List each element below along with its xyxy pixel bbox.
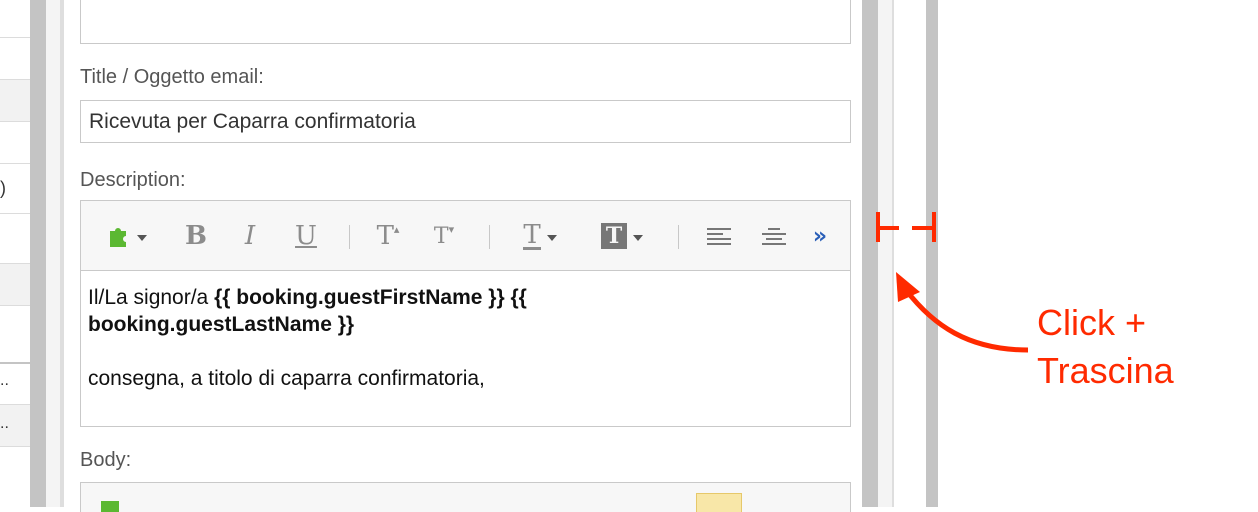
toolbar-separator (349, 225, 350, 249)
list-item-text: ) (0, 178, 6, 198)
annotation-line-1: Click + (1037, 302, 1147, 343)
template-variable: booking.guestLastName }} (88, 313, 355, 336)
align-left-icon (707, 228, 731, 245)
toolbar-separator (678, 225, 679, 249)
editor-content[interactable]: Il/La signor/a {{ booking.guestFirstName… (88, 284, 842, 392)
list-row[interactable]: ) (0, 163, 30, 214)
list-row[interactable]: .. (0, 404, 30, 447)
title-label: Title / Oggetto email: (80, 66, 264, 88)
content-text: Il/La signor/a (88, 286, 215, 309)
content-line-2: booking.guestLastName }} (88, 311, 842, 338)
template-variable: {{ booking.guestFirstName }} {{ (214, 286, 527, 309)
content-line-3: consegna, a titolo di caparra confirmato… (88, 367, 485, 390)
underline-button[interactable]: U (289, 219, 323, 253)
plugin-button[interactable] (99, 219, 155, 253)
background-color-button[interactable]: T (595, 219, 649, 253)
left-gutter (46, 0, 60, 507)
list-row[interactable] (0, 79, 30, 122)
content-line-1: Il/La signor/a {{ booking.guestFirstName… (88, 284, 842, 311)
arrow-head-icon (896, 272, 920, 302)
annotation-line-2: Trascina (1037, 350, 1174, 391)
list-row[interactable] (0, 37, 30, 80)
description-editor[interactable]: B I U T ▴ T ▾ T T » Il/La signor/a {{bo… (80, 200, 851, 427)
font-size-increase-button[interactable]: T ▴ (371, 219, 405, 253)
body-editor-toolbar (80, 482, 851, 512)
content-blank-line (88, 338, 842, 365)
font-size-up-icon: T (376, 221, 394, 251)
description-label: Description: (80, 169, 186, 191)
align-center-button[interactable] (758, 219, 790, 253)
background-color-icon: T (601, 223, 627, 249)
align-center-icon (762, 228, 786, 245)
font-size-down-icon: T (433, 223, 449, 249)
list-row[interactable] (0, 446, 30, 507)
caret-up-icon: ▴ (393, 222, 400, 236)
list-row[interactable] (0, 263, 30, 306)
italic-button[interactable]: I (233, 219, 267, 253)
list-row[interactable] (0, 305, 30, 363)
align-left-button[interactable] (703, 219, 735, 253)
list-row[interactable] (0, 121, 30, 164)
bold-button[interactable]: B (179, 219, 213, 253)
previous-textarea[interactable] (80, 0, 851, 44)
title-input[interactable]: Ricevuta per Caparra confirmatoria (80, 100, 851, 143)
text-color-button[interactable]: T (513, 219, 567, 253)
list-item-text: .. (0, 415, 9, 432)
body-label: Body: (80, 449, 132, 471)
list-item-text: .. (0, 372, 9, 389)
arrow-icon (904, 288, 1028, 353)
more-options-button[interactable]: » (805, 219, 835, 253)
resize-handle-icon (876, 212, 936, 242)
toolbar-separator (489, 225, 490, 249)
left-splitter[interactable] (30, 0, 46, 507)
left-list-panel: ) .. .. (0, 0, 30, 507)
list-row[interactable] (0, 213, 30, 264)
form-border-left (60, 0, 64, 507)
font-size-decrease-button[interactable]: T ▾ (427, 219, 461, 253)
list-row[interactable]: .. (0, 362, 30, 406)
chevron-down-icon (546, 234, 557, 241)
editor-toolbar: B I U T ▴ T ▾ T T » (81, 201, 850, 271)
chevron-down-icon (137, 234, 147, 241)
drag-annotation (876, 212, 1028, 353)
chevron-down-icon (633, 234, 643, 241)
caret-down-small-icon: ▾ (448, 222, 455, 236)
puzzle-icon (110, 228, 126, 247)
align-left-button-active[interactable] (696, 493, 742, 512)
text-color-icon: T (523, 219, 541, 250)
